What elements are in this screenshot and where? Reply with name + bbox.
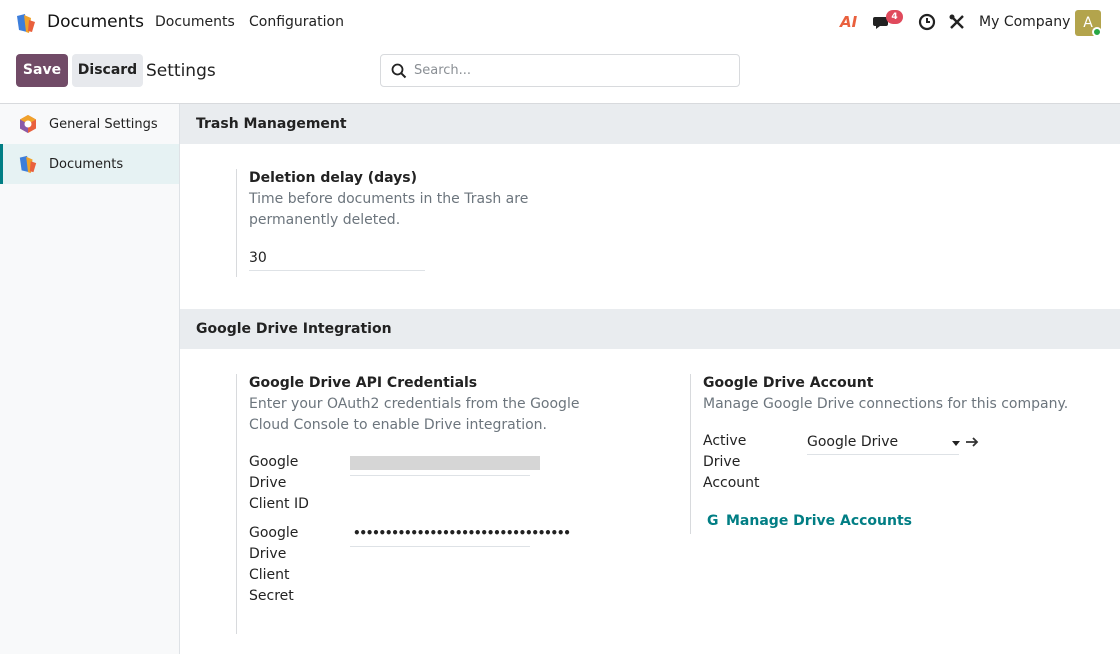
sidebar-item-documents[interactable]: Documents [0,144,179,184]
discard-button[interactable]: Discard [72,54,143,87]
input-underline [350,475,530,476]
documents-app-icon [19,155,37,174]
sidebar-item-label: Documents [49,156,124,172]
search-input[interactable] [414,55,734,86]
save-button[interactable]: Save [16,54,68,87]
input-underline [350,546,530,547]
setting-title: Google Drive API Credentials [249,375,478,391]
setting-description: Enter your OAuth2 credentials from the G… [249,396,580,433]
setting-description: Manage Google Drive connections for this… [703,396,1069,412]
company-switcher[interactable]: My Company [979,14,1070,30]
top-navbar: Documents Documents Configuration AI 4 M… [0,0,1120,46]
client-id-label: Google Drive Client ID [249,454,309,512]
manage-drive-accounts-link[interactable]: Manage Drive Accounts [726,513,912,529]
input-underline [807,454,959,455]
section-header-trash: Trash Management [180,104,1120,144]
app-name[interactable]: Documents [47,12,144,32]
setting-gdrive-account: Google Drive Account Manage Google Drive… [690,374,1110,534]
menu-configuration[interactable]: Configuration [249,14,344,30]
section-title: Google Drive Integration [196,321,392,337]
deletion-delay-input[interactable]: 30 [249,250,267,266]
arrow-right-icon[interactable] [965,435,979,449]
setting-gdrive-api-credentials: Google Drive API Credentials Enter your … [236,374,636,634]
section-title: Trash Management [196,116,347,132]
active-drive-account-select[interactable]: Google Drive [807,434,898,450]
client-secret-label: Google Drive Client Secret [249,525,299,604]
settings-main: Trash Management Deletion delay (days) T… [180,104,1120,654]
documents-app-icon[interactable] [15,12,37,34]
search-icon [391,63,407,79]
client-secret-input[interactable]: •••••••••••••••••••••••••••••••••• [353,526,571,540]
settings-sidebar: General Settings Documents [0,104,180,654]
setting-description: Time before documents in the Trash are p… [249,191,529,228]
setting-deletion-delay: Deletion delay (days) Time before docume… [236,169,636,277]
page-title: Settings [146,61,216,81]
google-icon: G [707,513,719,529]
search-box[interactable] [380,54,740,87]
setting-title: Google Drive Account [703,375,874,391]
menu-documents[interactable]: Documents [155,14,235,30]
online-status-dot [1092,27,1102,37]
ai-icon[interactable]: AI [840,13,860,33]
tools-icon[interactable] [948,13,966,31]
chat-count-badge: 4 [886,10,903,24]
section-header-gdrive: Google Drive Integration [180,309,1120,349]
active-drive-account-label: Active Drive Account [703,433,760,491]
sidebar-item-general-settings[interactable]: General Settings [0,104,179,144]
input-underline [249,270,425,271]
setting-title: Deletion delay (days) [249,170,417,186]
sidebar-item-label: General Settings [49,116,158,132]
settings-hexagon-icon [20,115,36,133]
client-id-input[interactable] [350,456,540,470]
clock-icon[interactable] [918,13,936,31]
ai-label: AI [840,13,858,31]
chevron-down-icon[interactable] [952,441,960,446]
